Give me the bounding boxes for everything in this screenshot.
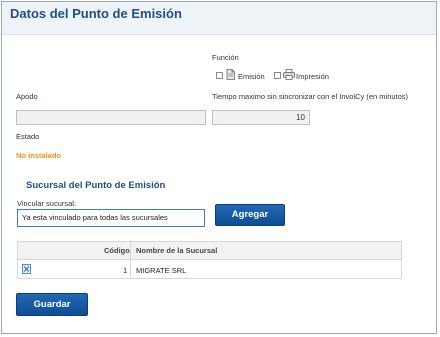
- panel-title: Datos del Punto de Emisión: [10, 6, 182, 21]
- impresion-checkbox[interactable]: [274, 72, 281, 79]
- sucursal-table: Código Nombre de la Sucursal 1 MIGRATE S…: [17, 241, 402, 279]
- punto-emision-panel: Datos del Punto de Emisión Función Emisi…: [1, 1, 437, 334]
- table-header: Código Nombre de la Sucursal: [18, 242, 401, 260]
- estado-value: No instalado: [16, 151, 62, 160]
- panel-header: Datos del Punto de Emisión: [2, 2, 436, 35]
- vincular-sucursal-label: Vincular sucursal:: [17, 199, 77, 208]
- printer-icon: [283, 69, 295, 80]
- estado-label: Estado: [16, 132, 40, 141]
- emision-label: Emisión: [238, 72, 265, 81]
- apodo-input[interactable]: [16, 110, 206, 125]
- nombre-sucursal-cell: MIGRATE SRL: [136, 266, 187, 275]
- codigo-header: Código: [104, 246, 130, 255]
- sucursal-section-title: Sucursal del Punto de Emisión: [26, 180, 166, 191]
- delete-icon[interactable]: [22, 264, 31, 274]
- vincular-sucursal-field[interactable]: Ya esta vinculado para todas las sucursa…: [17, 209, 205, 227]
- column-divider: [130, 242, 131, 278]
- impresion-label: Impresión: [296, 72, 329, 81]
- funcion-label: Función: [212, 53, 239, 62]
- tiempo-input[interactable]: [212, 110, 310, 125]
- tiempo-label: Tiempo maximo sin sincronizar con el Inv…: [212, 92, 409, 101]
- guardar-button[interactable]: Guardar: [16, 293, 88, 316]
- apodo-label: Apodo: [16, 92, 38, 101]
- emision-checkbox[interactable]: [216, 72, 223, 79]
- codigo-cell: 1: [123, 266, 128, 275]
- agregar-button[interactable]: Agregar: [215, 204, 285, 226]
- document-icon: [226, 69, 235, 80]
- nombre-sucursal-header: Nombre de la Sucursal: [136, 246, 218, 255]
